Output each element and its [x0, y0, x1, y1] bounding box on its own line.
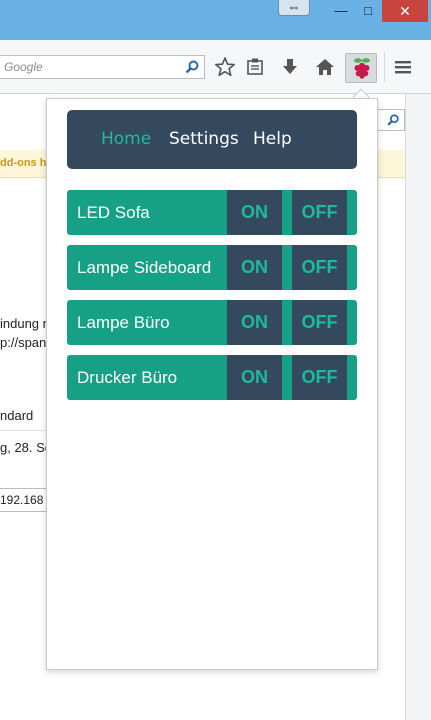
device-label: Drucker Büro: [77, 368, 178, 387]
search-icon[interactable]: [184, 59, 200, 75]
on-button[interactable]: ON: [227, 190, 282, 235]
move-handle-icon[interactable]: ⇔: [278, 0, 310, 16]
home-icon[interactable]: [314, 56, 336, 78]
divider: [0, 430, 46, 431]
hamburger-menu-icon[interactable]: [392, 56, 414, 78]
minimize-button[interactable]: —: [330, 0, 352, 22]
background-text: g, 28. Se: [0, 440, 53, 455]
off-button[interactable]: OFF: [292, 300, 347, 345]
off-button[interactable]: OFF: [292, 355, 347, 400]
search-icon: [387, 114, 399, 126]
device-label: Lampe Büro: [77, 313, 170, 332]
device-row-drucker-buero: Drucker Büro ON OFF: [67, 355, 357, 400]
bookmark-star-icon[interactable]: [214, 56, 236, 78]
nav-help-link[interactable]: Help: [253, 129, 292, 149]
download-icon[interactable]: [279, 56, 301, 78]
nav-home-link[interactable]: Home: [101, 129, 151, 149]
browser-toolbar: Google: [0, 40, 431, 94]
raspberry-pi-icon: [354, 58, 370, 79]
device-label: Lampe Sideboard: [77, 258, 212, 277]
addon-notice-text: dd-ons h: [0, 157, 47, 169]
raspberry-pi-button[interactable]: [345, 53, 377, 83]
on-button[interactable]: ON: [227, 355, 282, 400]
background-text: indung n: [0, 316, 50, 331]
background-text: 192.168: [0, 493, 44, 507]
extension-popup: Home Settings Help LED Sofa ON OFF Lampe…: [46, 98, 378, 670]
off-button[interactable]: OFF: [292, 190, 347, 235]
maximize-button[interactable]: □: [356, 0, 380, 22]
background-text: ndard: [0, 408, 34, 423]
nav-bar: Home Settings Help: [67, 110, 357, 169]
background-input[interactable]: 192.168: [0, 488, 47, 512]
nav-settings-link[interactable]: Settings: [169, 129, 239, 149]
device-row-led-sofa: LED Sofa ON OFF: [67, 190, 357, 235]
window-titlebar: ⇔ — □ ✕: [0, 0, 431, 40]
reading-list-icon[interactable]: [244, 56, 266, 78]
on-button[interactable]: ON: [227, 300, 282, 345]
search-input[interactable]: Google: [0, 55, 205, 79]
page-search-button[interactable]: [377, 109, 405, 131]
background-text: p://span: [0, 335, 47, 350]
search-placeholder: Google: [4, 60, 43, 74]
toolbar-separator: [384, 52, 385, 82]
off-button[interactable]: OFF: [292, 245, 347, 290]
on-button[interactable]: ON: [227, 245, 282, 290]
device-label: LED Sofa: [77, 203, 150, 222]
device-row-lampe-sideboard: Lampe Sideboard ON OFF: [67, 245, 357, 290]
device-row-lampe-buero: Lampe Büro ON OFF: [67, 300, 357, 345]
scrollbar-track[interactable]: [405, 94, 431, 720]
close-button[interactable]: ✕: [382, 0, 428, 22]
